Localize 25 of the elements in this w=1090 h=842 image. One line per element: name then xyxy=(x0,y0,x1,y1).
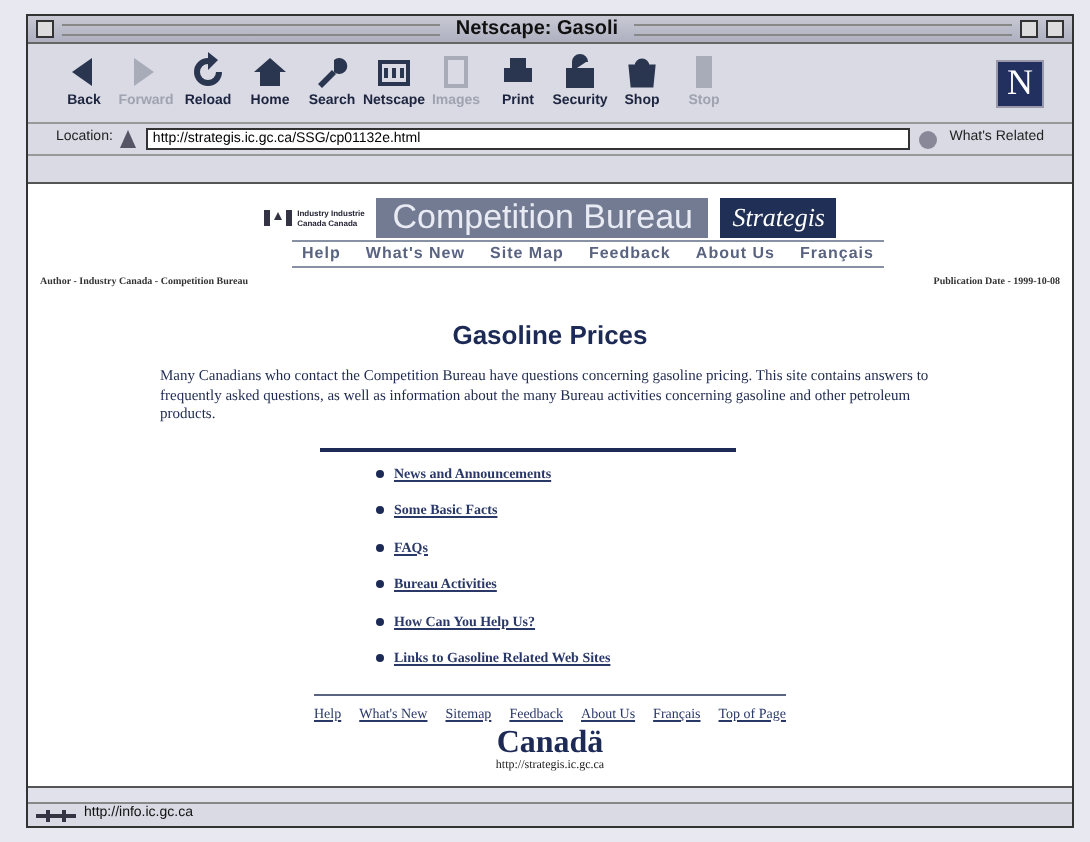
bullet-icon xyxy=(376,617,384,626)
bullet-icon xyxy=(376,543,384,552)
bullet-icon xyxy=(376,469,384,478)
flag-icon xyxy=(263,210,292,226)
nav-link[interactable]: Français xyxy=(800,242,874,266)
toolbar-icon xyxy=(560,52,600,93)
page-proxy-icon[interactable] xyxy=(120,129,139,149)
bullet-icon xyxy=(376,654,384,663)
nav-link[interactable]: Help xyxy=(302,242,341,266)
close-box[interactable] xyxy=(36,20,54,38)
collapse-box[interactable] xyxy=(1046,20,1064,38)
window-title: Netscape: Gasoli xyxy=(453,16,621,44)
connection-icon xyxy=(36,807,76,823)
nav-link[interactable]: About Us xyxy=(695,242,775,266)
banner: Competition Bureau xyxy=(376,198,709,238)
canada-wordmark: Canadä xyxy=(496,730,604,758)
nav-link[interactable]: Feedback xyxy=(588,242,671,266)
zoom-box[interactable] xyxy=(1020,20,1038,38)
netscape-logo[interactable]: N xyxy=(996,59,1044,107)
page-heading: Gasoline Prices xyxy=(452,317,648,353)
bullet-icon xyxy=(376,506,384,515)
nav-link[interactable]: Site Map xyxy=(490,242,564,266)
brand-logo: Strategis xyxy=(720,198,837,238)
bullet-icon xyxy=(376,580,384,589)
nav-link[interactable]: What's New xyxy=(365,242,465,266)
